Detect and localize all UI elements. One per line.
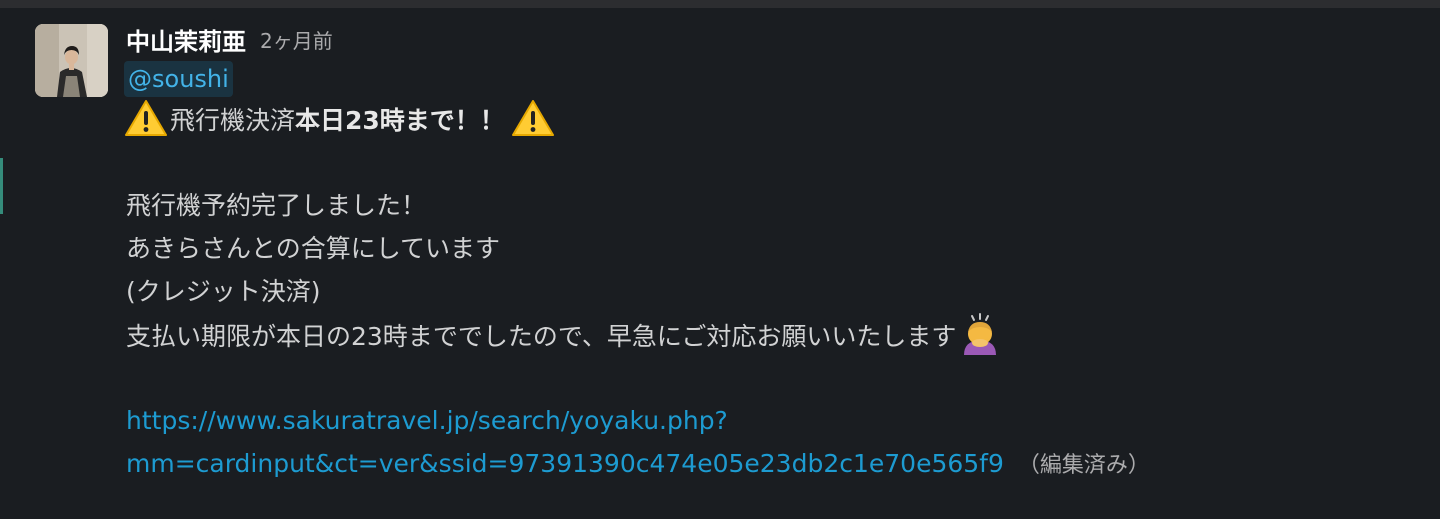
timestamp[interactable]: 2ヶ月前 — [260, 25, 333, 54]
headline-bold-text: 本日23時まで！！ — [295, 106, 505, 135]
person-bowing-icon — [964, 313, 997, 355]
avatar[interactable] — [35, 24, 108, 97]
headline: 飛行機決済本日23時まで！！ — [125, 98, 1416, 141]
link-line-2: mm=cardinput&ct=ver&ssid=97391390c474e05… — [126, 442, 1416, 485]
message-meta: 中山茉莉亜 2ヶ月前 — [126, 21, 1416, 57]
reservation-link-part2[interactable]: mm=cardinput&ct=ver&ssid=97391390c474e05… — [126, 449, 1004, 478]
reservation-link-part1[interactable]: https://www.sakuratravel.jp/search/yoyak… — [126, 406, 728, 435]
message-line-text: 支払い期限が本日の23時まででしたので、早急にご対応お願いいたします — [126, 322, 957, 351]
top-divider — [0, 0, 1440, 8]
headline-normal-text: 飛行機決済 — [170, 106, 296, 135]
mention-line: @soushi — [124, 60, 1416, 98]
warning-icon — [125, 100, 167, 136]
link-line-1: https://www.sakuratravel.jp/search/yoyak… — [126, 399, 1416, 442]
message-body: 中山茉莉亜 2ヶ月前 @soushi 飛行機決済本日23時まで！！ 飛行機予約完… — [124, 21, 1416, 485]
message-line: (クレジット決済) — [126, 277, 321, 306]
message: 中山茉莉亜 2ヶ月前 @soushi 飛行機決済本日23時まで！！ 飛行機予約完… — [0, 8, 1440, 519]
author-name[interactable]: 中山茉莉亜 — [126, 22, 246, 57]
message-line: 飛行機予約完了しました！ — [126, 191, 427, 220]
warning-icon — [511, 100, 554, 136]
avatar-photo — [35, 24, 108, 97]
edited-label: （編集済み） — [1017, 453, 1150, 478]
message-line: あきらさんとの合算にしています — [126, 234, 501, 263]
user-mention[interactable]: @soushi — [124, 61, 233, 97]
message-line-with-emoji: 支払い期限が本日の23時まででしたので、早急にご対応お願いいたします — [126, 313, 1416, 356]
